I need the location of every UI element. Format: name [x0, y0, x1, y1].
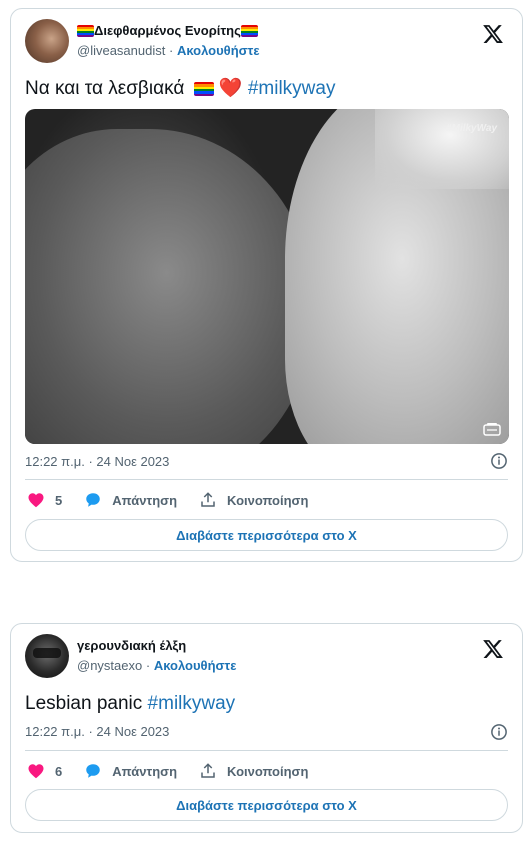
like-count: 5 — [55, 492, 63, 508]
author-names: γερουνδιακή έλξη @nystaexo · Ακολουθήστε — [77, 637, 236, 675]
rainbow-flag-icon — [77, 25, 94, 37]
tweet-card-2[interactable]: γερουνδιακή έλξη @nystaexo · Ακολουθήστε… — [10, 623, 523, 833]
share-icon — [201, 492, 215, 507]
share-icon — [201, 763, 215, 778]
reply-label: Απάντηση — [112, 492, 178, 508]
display-name[interactable]: γερουνδιακή έλξη — [77, 637, 236, 655]
heart-icon — [28, 764, 44, 779]
tweet-actions: 6 Απάντηση Κοινοποίηση — [27, 762, 330, 780]
display-name-text: Διεφθαρμένος Ενορίτης — [94, 23, 241, 38]
separator-dot: · — [145, 658, 154, 673]
follow-link[interactable]: Ακολουθήστε — [154, 658, 237, 673]
tweet-timestamp[interactable]: 12:22 π.μ. · 24 Νοε 2023 — [25, 724, 169, 739]
rainbow-flag-icon — [240, 25, 258, 37]
like-button[interactable]: 6 — [27, 762, 62, 780]
tweet-card-1[interactable]: Διεφθαρμένος Ενορίτης @liveasanudist · Α… — [10, 8, 523, 562]
tweet-media-image[interactable]: #MilkyWay — [25, 109, 509, 444]
handle-row: @nystaexo · Ακολουθήστε — [77, 657, 236, 675]
tweet-header: γερουνδιακή έλξη @nystaexo · Ακολουθήστε — [25, 634, 508, 680]
handle-row: @liveasanudist · Ακολουθήστε — [77, 42, 260, 60]
display-name[interactable]: Διεφθαρμένος Ενορίτης — [77, 22, 260, 40]
read-more-button[interactable]: Διαβάστε περισσότερα στο X — [25, 789, 508, 821]
author-names: Διεφθαρμένος Ενορίτης @liveasanudist · Α… — [77, 22, 260, 60]
reply-button[interactable]: Απάντηση — [84, 491, 177, 509]
separator-dot: · — [168, 43, 177, 58]
avatar[interactable] — [25, 19, 69, 63]
reply-bubble-icon — [86, 493, 100, 507]
reply-button[interactable]: Απάντηση — [84, 762, 177, 780]
tweet-text-body: Να και τα λεσβιακά — [25, 78, 185, 99]
x-logo-icon[interactable] — [482, 23, 504, 45]
divider — [25, 750, 508, 751]
like-count: 6 — [55, 763, 63, 779]
avatar-sunglasses — [33, 648, 61, 658]
info-icon[interactable] — [490, 452, 508, 470]
share-label: Κοινοποίηση — [227, 492, 309, 508]
gallery-icon — [483, 423, 501, 436]
red-heart-emoji: ❤️ — [218, 78, 243, 99]
display-name-text: γερουνδιακή έλξη — [77, 638, 187, 653]
like-button[interactable]: 5 — [27, 491, 62, 509]
tweet-timestamp[interactable]: 12:22 π.μ. · 24 Νοε 2023 — [25, 454, 169, 469]
media-figure-left — [25, 129, 315, 444]
media-hair — [375, 109, 509, 189]
divider — [25, 479, 508, 480]
handle[interactable]: @liveasanudist — [77, 43, 165, 58]
tweet-text: Να και τα λεσβιακά ❤️ #milkyway — [25, 77, 335, 101]
hashtag-link[interactable]: #milkyway — [148, 693, 236, 714]
read-more-button[interactable]: Διαβάστε περισσότερα στο X — [25, 519, 508, 551]
follow-link[interactable]: Ακολουθήστε — [177, 43, 260, 58]
x-logo-icon[interactable] — [482, 638, 504, 660]
reply-bubble-icon — [86, 764, 100, 778]
info-icon[interactable] — [490, 723, 508, 741]
share-button[interactable]: Κοινοποίηση — [199, 491, 308, 509]
rainbow-flag-icon — [193, 81, 214, 96]
share-button[interactable]: Κοινοποίηση — [199, 762, 308, 780]
tweet-text: Lesbian panic #milkyway — [25, 692, 235, 716]
tweet-header: Διεφθαρμένος Ενορίτης @liveasanudist · Α… — [25, 19, 508, 65]
tweet-text-body: Lesbian panic — [25, 693, 143, 714]
share-label: Κοινοποίηση — [227, 763, 309, 779]
tweet-actions: 5 Απάντηση Κοινοποίηση — [27, 491, 330, 509]
hashtag-link[interactable]: #milkyway — [248, 78, 336, 99]
media-watermark: #MilkyWay — [446, 123, 497, 134]
avatar[interactable] — [25, 634, 69, 678]
heart-icon — [28, 493, 44, 508]
handle[interactable]: @nystaexo — [77, 658, 142, 673]
reply-label: Απάντηση — [112, 763, 178, 779]
